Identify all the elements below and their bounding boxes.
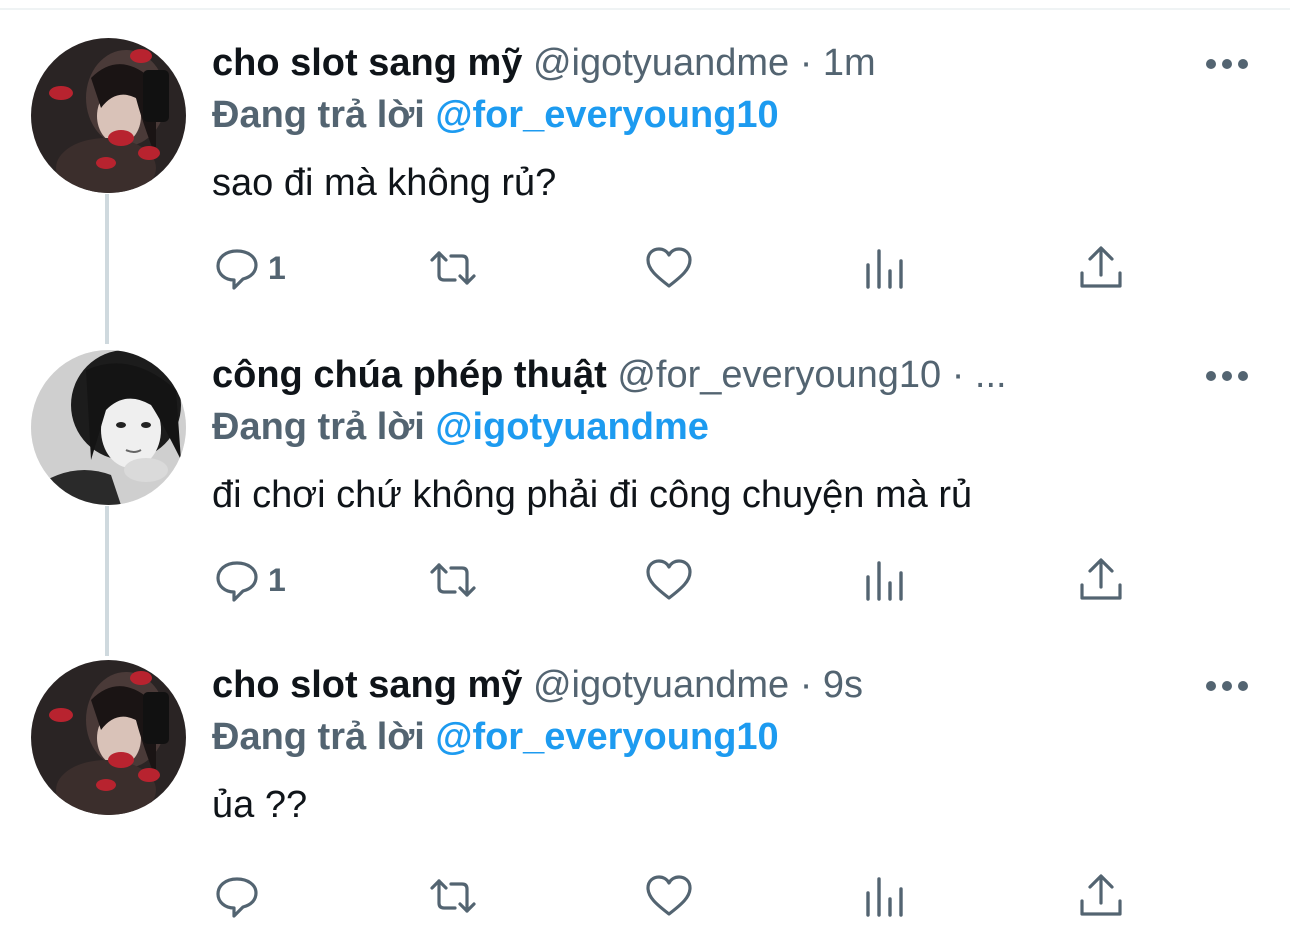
share-icon: [1080, 558, 1122, 600]
retweet-button[interactable]: [428, 238, 478, 298]
avatar-photo-icon: [31, 38, 186, 193]
display-name[interactable]: cho slot sang mỹ: [212, 42, 522, 84]
more-button[interactable]: [1205, 364, 1249, 388]
reply-button[interactable]: 1: [212, 238, 286, 298]
share-icon: [1080, 246, 1122, 288]
avatar[interactable]: [31, 38, 186, 193]
retweet-icon: [430, 879, 476, 913]
like-icon: [646, 559, 692, 600]
retweet-icon: [430, 251, 476, 285]
analytics-button[interactable]: [860, 866, 910, 926]
share-button[interactable]: [1076, 238, 1126, 298]
timestamp[interactable]: 9s: [823, 664, 863, 706]
retweet-button[interactable]: [428, 550, 478, 610]
separator-dot: ·: [799, 664, 813, 706]
tweet-actions: 1: [0, 238, 1290, 298]
tweet-actions: [0, 866, 1290, 926]
replying-to-label: Đang trả lời: [212, 94, 425, 136]
timestamp[interactable]: 1m: [823, 42, 876, 84]
reply-icon: [216, 561, 258, 602]
more-button[interactable]: [1205, 674, 1249, 698]
thread-view: cho slot sang mỹ @igotyuandme · 1m Đang …: [0, 0, 1290, 942]
like-icon: [646, 875, 692, 916]
retweet-icon: [430, 563, 476, 597]
top-divider: [0, 8, 1290, 10]
analytics-button[interactable]: [860, 550, 910, 610]
display-name[interactable]: công chúa phép thuật: [212, 354, 607, 396]
tweet-header: cho slot sang mỹ @igotyuandme · 9s: [212, 660, 1172, 710]
avatar[interactable]: [31, 350, 186, 505]
replying-to-label: Đang trả lời: [212, 716, 425, 758]
reply-mention-link[interactable]: @igotyuandme: [435, 406, 709, 448]
tweet-actions: 1: [0, 550, 1290, 610]
tweet-header: cho slot sang mỹ @igotyuandme · 1m: [212, 38, 1172, 88]
share-icon: [1080, 874, 1122, 916]
replying-to-label: Đang trả lời: [212, 406, 425, 448]
replying-to: Đang trả lời @for_everyoung10: [212, 712, 779, 762]
display-name[interactable]: cho slot sang mỹ: [212, 664, 522, 706]
reply-count: 1: [268, 561, 286, 598]
user-handle[interactable]: @igotyuandme: [533, 664, 789, 706]
analytics-button[interactable]: [860, 238, 910, 298]
like-button[interactable]: [644, 238, 694, 298]
more-dots-icon: [1206, 371, 1248, 381]
like-button[interactable]: [644, 550, 694, 610]
tweet[interactable]: cho slot sang mỹ @igotyuandme · 9s Đang …: [0, 660, 1290, 930]
retweet-button[interactable]: [428, 866, 478, 926]
avatar[interactable]: [31, 660, 186, 815]
reply-mention-link[interactable]: @for_everyoung10: [435, 716, 778, 758]
tweet[interactable]: công chúa phép thuật @for_everyoung10 · …: [0, 350, 1290, 620]
timestamp[interactable]: ...: [975, 354, 1007, 396]
reply-icon: [216, 877, 258, 918]
analytics-icon: [866, 877, 903, 917]
like-icon: [646, 247, 692, 288]
analytics-icon: [866, 561, 903, 601]
separator-dot: ·: [799, 42, 813, 84]
avatar-photo-icon: [31, 350, 186, 505]
tweet-text: đi chơi chứ không phải đi công chuyện mà…: [212, 474, 973, 516]
share-button[interactable]: [1076, 550, 1126, 610]
reply-count: 1: [268, 249, 286, 286]
tweet-text: ủa ??: [212, 784, 308, 826]
tweet-text: sao đi mà không rủ?: [212, 162, 557, 204]
more-button[interactable]: [1205, 52, 1249, 76]
user-handle[interactable]: @igotyuandme: [533, 42, 789, 84]
reply-button[interactable]: [212, 866, 268, 926]
replying-to: Đang trả lời @igotyuandme: [212, 402, 709, 452]
more-dots-icon: [1206, 59, 1248, 69]
reply-button[interactable]: 1: [212, 550, 286, 610]
user-handle[interactable]: @for_everyoung10: [617, 354, 941, 396]
more-dots-icon: [1206, 681, 1248, 691]
tweet[interactable]: cho slot sang mỹ @igotyuandme · 1m Đang …: [0, 38, 1290, 308]
analytics-icon: [866, 249, 903, 289]
reply-mention-link[interactable]: @for_everyoung10: [435, 94, 778, 136]
avatar-photo-icon: [31, 660, 186, 815]
like-button[interactable]: [644, 866, 694, 926]
tweet-header: công chúa phép thuật @for_everyoung10 · …: [212, 350, 1172, 400]
replying-to: Đang trả lời @for_everyoung10: [212, 90, 779, 140]
reply-icon: [216, 249, 258, 290]
separator-dot: ·: [951, 354, 965, 396]
share-button[interactable]: [1076, 866, 1126, 926]
